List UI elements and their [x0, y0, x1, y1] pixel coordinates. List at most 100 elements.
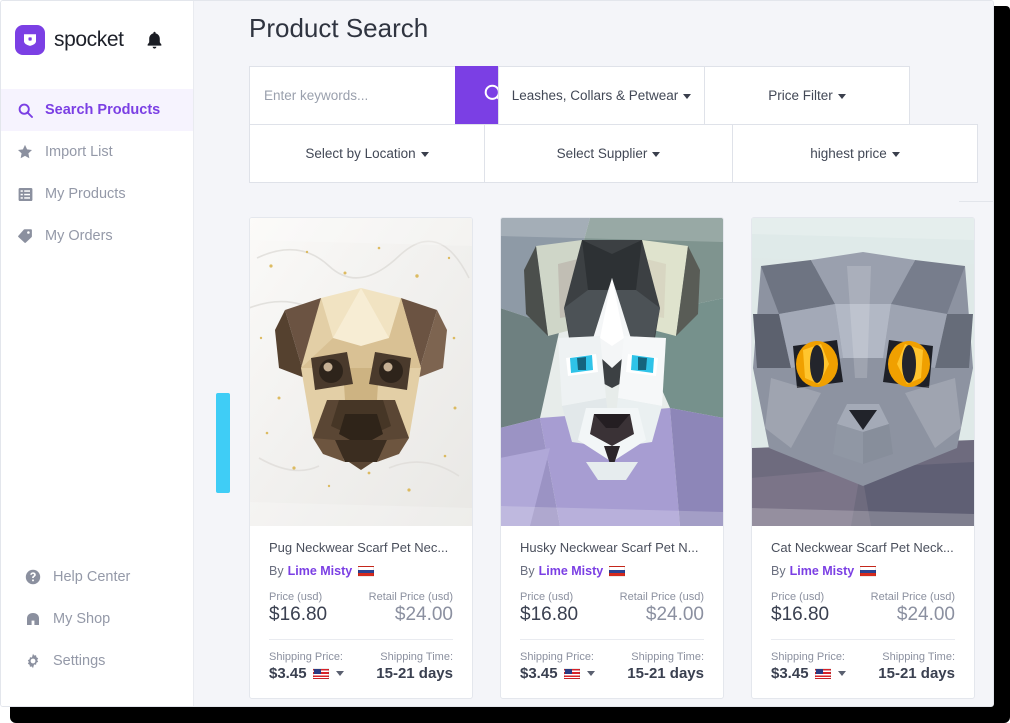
- spocket-logo-icon[interactable]: [15, 25, 45, 55]
- price-value: $16.80: [520, 604, 579, 625]
- by-label: By: [520, 564, 535, 578]
- chevron-down-icon[interactable]: [586, 671, 595, 676]
- product-card[interactable]: Pug Neckwear Scarf Pet Nec... By Lime Mi…: [249, 217, 473, 699]
- shipping-price-value-row: $3.45: [520, 665, 595, 682]
- price-value: $16.80: [771, 604, 830, 625]
- usa-flag-icon: [563, 668, 580, 679]
- sidebar-item-import-list[interactable]: Import List: [1, 131, 193, 173]
- shipping-price-label: Shipping Price:: [269, 651, 343, 663]
- shipping-price-column: Shipping Price: $3.45: [269, 651, 344, 682]
- price-column: Price (usd) $16.80: [771, 591, 829, 626]
- window-frame-bottom-shadow: [10, 705, 1010, 723]
- shipping-price-value-row: $3.45: [771, 665, 846, 682]
- supplier-filter[interactable]: Select Supplier: [484, 124, 733, 183]
- shipping-price-label: Shipping Price:: [520, 651, 594, 663]
- search-input[interactable]: [249, 66, 455, 125]
- product-card[interactable]: Husky Neckwear Scarf Pet N... By Lime Mi…: [500, 217, 724, 699]
- window-frame-right-shadow: [993, 6, 1010, 717]
- chevron-down-icon[interactable]: [837, 671, 846, 676]
- retail-price-label: Retail Price (usd): [870, 591, 955, 603]
- product-title: Husky Neckwear Scarf Pet N...: [520, 540, 699, 555]
- sidebar-item-my-products[interactable]: My Products: [1, 173, 193, 215]
- star-icon: [15, 142, 35, 162]
- product-title: Pug Neckwear Scarf Pet Nec...: [269, 540, 449, 555]
- shipping-price-column: Shipping Price: $3.45: [771, 651, 846, 682]
- sidebar-item-label: My Products: [45, 186, 126, 202]
- usa-flag-icon: [312, 668, 329, 679]
- scrollbar-thumb[interactable]: [216, 393, 230, 493]
- card-divider: [771, 639, 955, 640]
- category-filter-label: Leashes, Collars & Petwear: [511, 88, 679, 103]
- pug-lowpoly-scarf-image[interactable]: [250, 218, 472, 526]
- page-title: Product Search: [249, 13, 429, 43]
- supplier-name[interactable]: Lime Misty: [790, 564, 855, 578]
- retail-price-value: $24.00: [896, 604, 955, 625]
- shipping-row: Shipping Price: $3.45 Shipping Time: 15-…: [269, 651, 453, 682]
- sidebar: spocket Search Products Import List My P…: [1, 1, 194, 706]
- sidebar-item-help-center[interactable]: Help Center: [1, 556, 193, 598]
- location-filter[interactable]: Select by Location: [249, 124, 485, 183]
- card-divider: [269, 639, 453, 640]
- supplier-name[interactable]: Lime Misty: [288, 564, 353, 578]
- location-filter-label: Select by Location: [305, 146, 416, 161]
- retail-price-column: Retail Price (usd) $24.00: [620, 591, 704, 626]
- product-card-body: Cat Neckwear Scarf Pet Neck... By Lime M…: [752, 526, 974, 698]
- shipping-time-column: Shipping Time: 15-21 days: [376, 651, 453, 682]
- husky-lowpoly-scarf-image[interactable]: [501, 218, 723, 526]
- price-filter-label: Price Filter: [768, 88, 833, 103]
- brand-row: spocket: [1, 1, 193, 79]
- shipping-row: Shipping Price: $3.45 Shipping Time: 15-…: [520, 651, 704, 682]
- cat-lowpoly-scarf-image[interactable]: [752, 218, 974, 526]
- shipping-price-label: Shipping Price:: [771, 651, 845, 663]
- sidebar-item-label: My Orders: [45, 228, 113, 244]
- list-icon: [15, 184, 35, 204]
- sort-filter-label: highest price: [810, 146, 887, 161]
- supplier-name[interactable]: Lime Misty: [539, 564, 604, 578]
- russia-flag-icon: [609, 565, 626, 577]
- shipping-price-value-row: $3.45: [269, 665, 344, 682]
- sidebar-item-my-shop[interactable]: My Shop: [1, 598, 193, 640]
- price-column: Price (usd) $16.80: [269, 591, 327, 626]
- app-window: spocket Search Products Import List My P…: [0, 0, 1010, 723]
- shipping-time-column: Shipping Time: 15-21 days: [878, 651, 955, 682]
- product-card-body: Husky Neckwear Scarf Pet N... By Lime Mi…: [501, 526, 723, 698]
- sidebar-item-settings[interactable]: Settings: [1, 640, 193, 682]
- filter-row-1: Leashes, Collars & Petwear Price Filter: [249, 66, 979, 125]
- product-card[interactable]: Cat Neckwear Scarf Pet Neck... By Lime M…: [751, 217, 975, 699]
- sidebar-item-label: Search Products: [45, 102, 161, 118]
- sidebar-nav: Search Products Import List My Products …: [1, 89, 193, 257]
- sidebar-item-label: Import List: [45, 144, 113, 160]
- gear-icon: [23, 651, 43, 671]
- russia-flag-icon: [358, 565, 375, 577]
- browser-window: spocket Search Products Import List My P…: [0, 0, 994, 707]
- product-supplier-row: By Lime Misty: [520, 564, 704, 578]
- by-label: By: [269, 564, 284, 578]
- shipping-time-label: Shipping Time:: [631, 651, 704, 663]
- price-value: $16.80: [269, 604, 328, 625]
- shipping-time-label: Shipping Time:: [380, 651, 453, 663]
- sidebar-item-search-products[interactable]: Search Products: [1, 89, 193, 131]
- category-filter[interactable]: Leashes, Collars & Petwear: [498, 66, 705, 125]
- price-filter[interactable]: Price Filter: [704, 66, 910, 125]
- product-supplier-row: By Lime Misty: [269, 564, 453, 578]
- chevron-down-icon[interactable]: [335, 671, 344, 676]
- sidebar-bottom-nav: Help Center My Shop Settings: [1, 556, 193, 682]
- tag-icon: [15, 226, 35, 246]
- notification-bell-icon[interactable]: [143, 28, 165, 52]
- supplier-filter-label: Select Supplier: [556, 146, 648, 161]
- main-content: Product Search Enter keywords... Leashes…: [194, 1, 993, 706]
- shipping-time-label: Shipping Time:: [882, 651, 955, 663]
- chevron-down-icon: [837, 94, 846, 99]
- filter-row-2: Select by Location Select Supplier highe…: [249, 124, 979, 183]
- brand-name: spocket: [54, 28, 124, 51]
- shipping-time-value: 15-21 days: [878, 665, 955, 682]
- sidebar-item-label: My Shop: [53, 611, 111, 627]
- price-label: Price (usd): [771, 591, 825, 603]
- question-circle-icon: [23, 567, 43, 587]
- sidebar-item-my-orders[interactable]: My Orders: [1, 215, 193, 257]
- shop-icon: [23, 609, 43, 629]
- shipping-price-value: $3.45: [520, 665, 558, 682]
- card-divider: [520, 639, 704, 640]
- sort-filter[interactable]: highest price: [732, 124, 978, 183]
- shipping-time-value: 15-21 days: [376, 665, 453, 682]
